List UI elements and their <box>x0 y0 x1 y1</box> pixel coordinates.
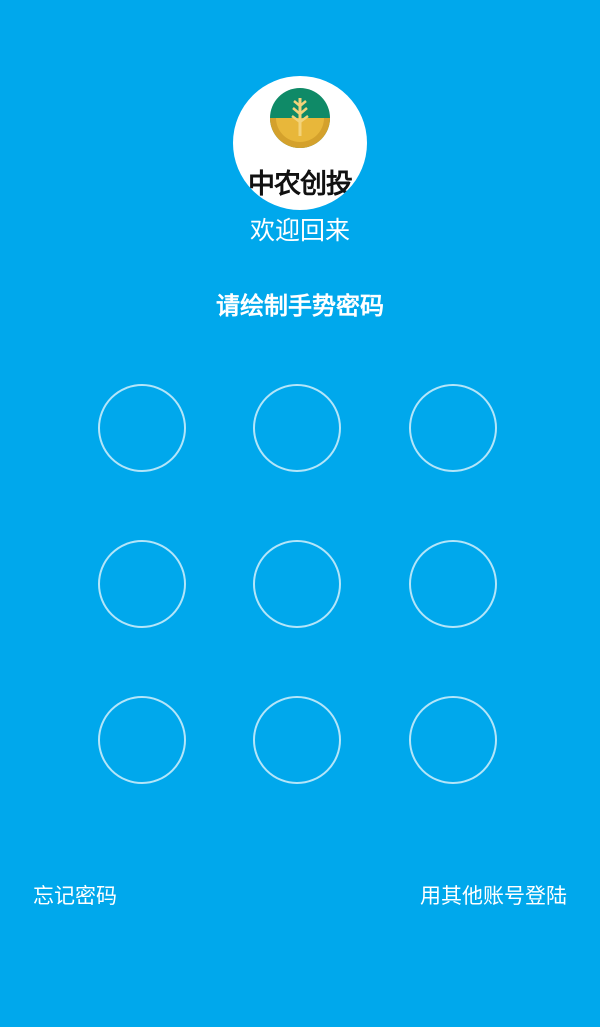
gesture-dot-9[interactable] <box>409 696 497 784</box>
gesture-dot-2[interactable] <box>253 384 341 472</box>
gesture-dot-1[interactable] <box>98 384 186 472</box>
forgot-password-link[interactable]: 忘记密码 <box>33 880 117 912</box>
wheat-logo-icon <box>270 88 330 148</box>
app-logo-avatar: 中农创投 <box>233 76 367 210</box>
logo-text: 中农创投 <box>248 169 353 200</box>
gesture-dot-8[interactable] <box>253 696 341 784</box>
gesture-dot-3[interactable] <box>409 384 497 472</box>
gesture-dot-6[interactable] <box>409 540 497 628</box>
other-account-login-link[interactable]: 用其他账号登陆 <box>420 880 567 912</box>
gesture-dot-5[interactable] <box>253 540 341 628</box>
gesture-pattern-grid[interactable] <box>98 384 502 788</box>
gesture-dot-7[interactable] <box>98 696 186 784</box>
welcome-title: 欢迎回来 <box>249 216 350 245</box>
gesture-dot-4[interactable] <box>98 540 186 628</box>
gesture-prompt: 请绘制手势密码 <box>216 292 384 320</box>
